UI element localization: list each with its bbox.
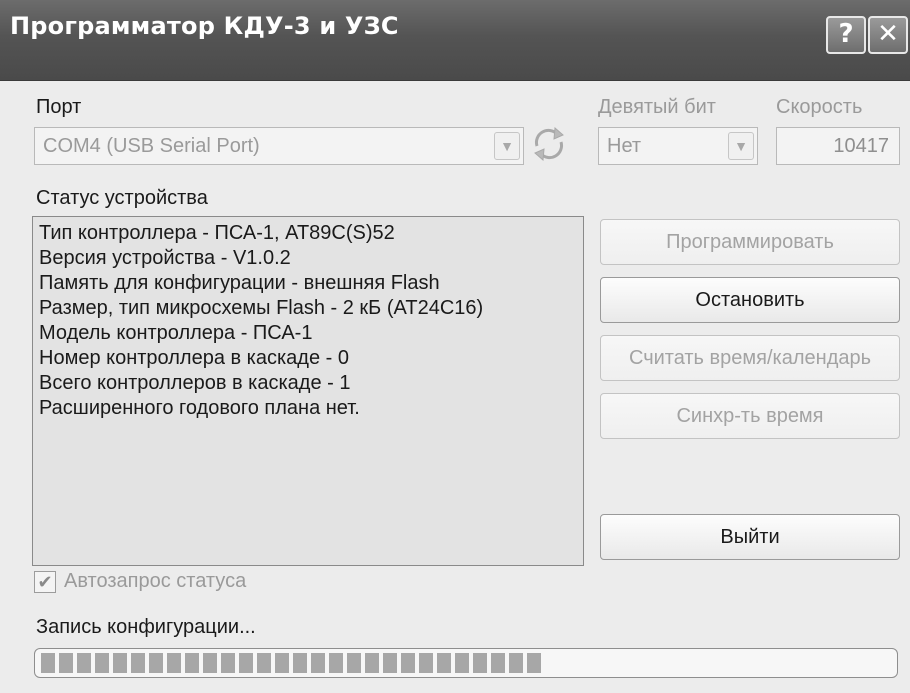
status-line: Память для конфигурации - внешняя Flash bbox=[39, 272, 440, 294]
chevron-down-icon[interactable]: ▼ bbox=[728, 132, 754, 160]
close-button[interactable]: ✕ bbox=[868, 16, 908, 54]
ninth-bit-select[interactable]: Нет ▼ bbox=[598, 127, 758, 165]
port-select-value: COM4 (USB Serial Port) bbox=[43, 135, 260, 157]
auto-status-checkbox[interactable]: ✔ bbox=[34, 571, 56, 593]
status-line: Модель контроллера - ПСА-1 bbox=[39, 322, 313, 344]
exit-button[interactable]: Выйти bbox=[600, 514, 900, 560]
progress-fill bbox=[41, 653, 543, 673]
refresh-icon[interactable] bbox=[527, 122, 571, 166]
programmer-window: Программатор КДУ-3 и УЗС ? ✕ Порт COM4 (… bbox=[0, 0, 910, 693]
window-title: Программатор КДУ-3 и УЗС bbox=[10, 12, 399, 40]
status-line: Всего контроллеров в каскаде - 1 bbox=[39, 372, 351, 394]
auto-status-label: Автозапрос статуса bbox=[64, 570, 247, 592]
progress-bar bbox=[34, 648, 898, 678]
status-line: Размер, тип микросхемы Flash - 2 кБ (AT2… bbox=[39, 297, 484, 319]
status-line: Расширенного годового плана нет. bbox=[39, 397, 360, 419]
progress-label: Запись конфигурации... bbox=[36, 616, 256, 638]
stop-button[interactable]: Остановить bbox=[600, 277, 900, 323]
program-button[interactable]: Программировать bbox=[600, 219, 900, 265]
port-label: Порт bbox=[36, 96, 82, 118]
status-list[interactable]: Тип контроллера - ПСА-1, AT89C(S)52 Верс… bbox=[32, 216, 584, 566]
title-bar: Программатор КДУ-3 и УЗС ? ✕ bbox=[0, 0, 910, 81]
help-button[interactable]: ? bbox=[826, 16, 866, 54]
status-line: Тип контроллера - ПСА-1, AT89C(S)52 bbox=[39, 222, 395, 244]
status-label: Статус устройства bbox=[36, 187, 208, 209]
status-line: Номер контроллера в каскаде - 0 bbox=[39, 347, 349, 369]
ninth-bit-select-value: Нет bbox=[607, 135, 642, 157]
read-time-button[interactable]: Считать время/календарь bbox=[600, 335, 900, 381]
port-select[interactable]: COM4 (USB Serial Port) ▼ bbox=[34, 127, 524, 165]
speed-label: Скорость bbox=[776, 96, 863, 118]
speed-field[interactable]: 10417 bbox=[776, 127, 900, 165]
sync-time-button[interactable]: Синхр-ть время bbox=[600, 393, 900, 439]
status-line: Версия устройства - V1.0.2 bbox=[39, 247, 291, 269]
ninth-bit-label: Девятый бит bbox=[598, 96, 716, 118]
chevron-down-icon[interactable]: ▼ bbox=[494, 132, 520, 160]
checkmark-icon: ✔ bbox=[37, 572, 53, 592]
